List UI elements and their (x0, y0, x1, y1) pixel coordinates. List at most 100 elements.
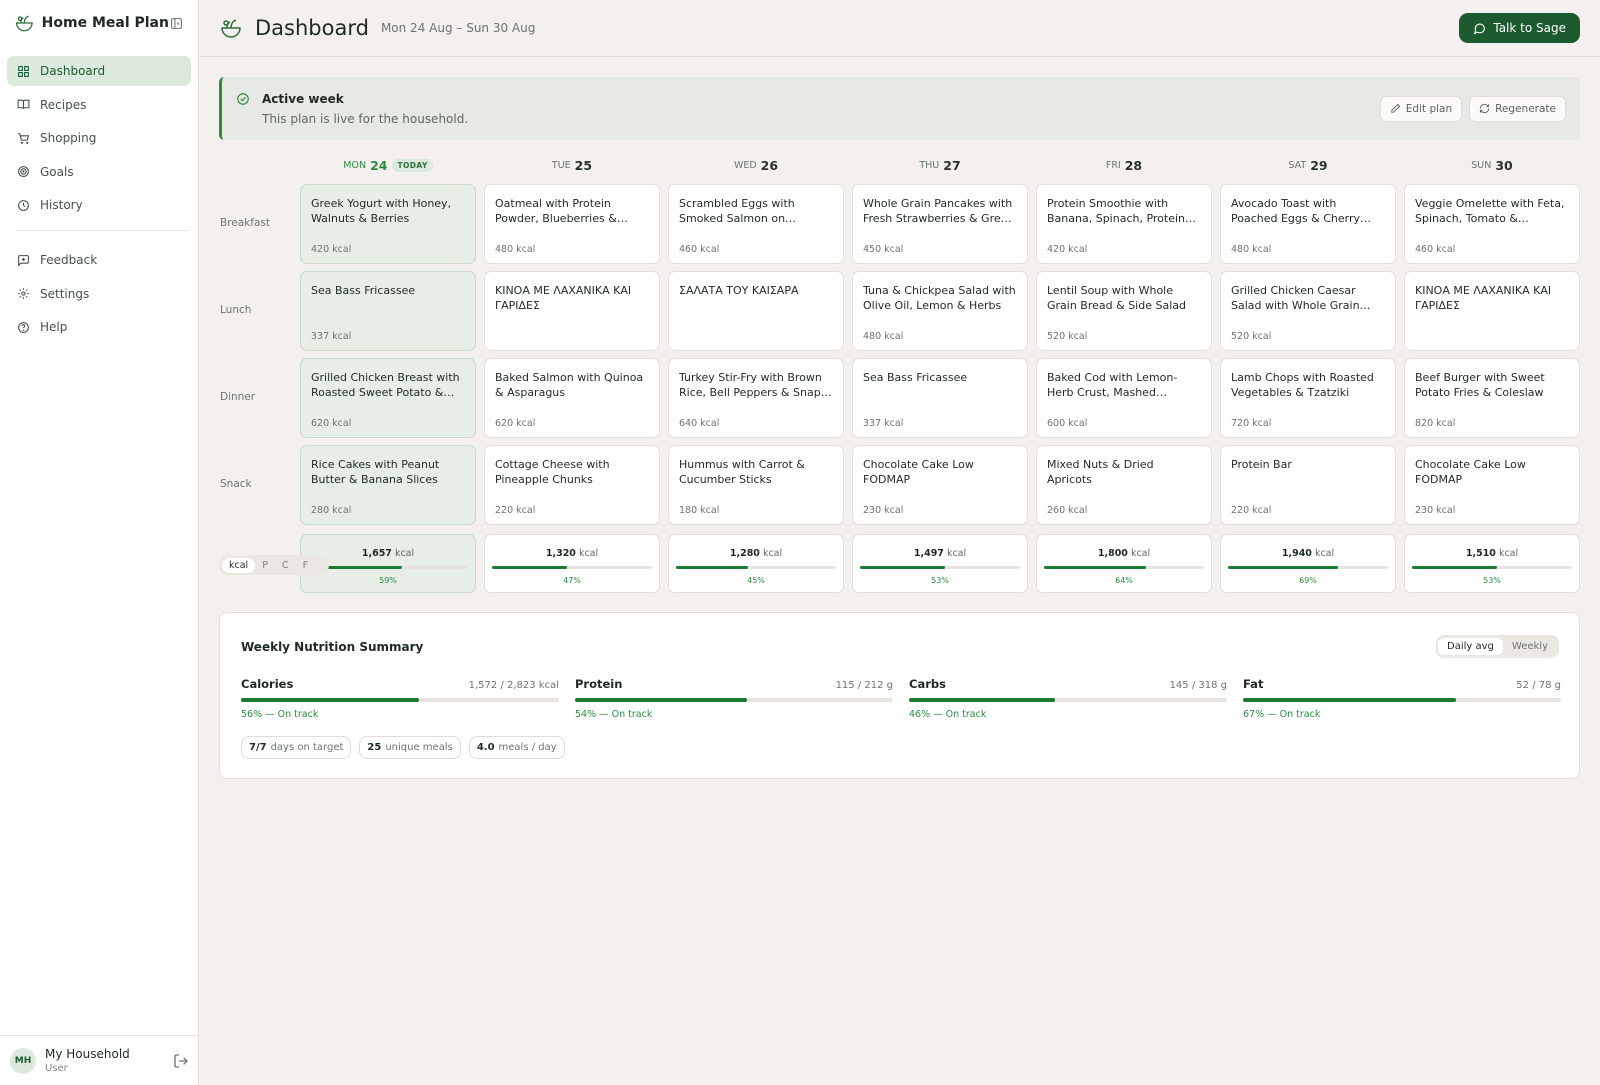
meal-card[interactable]: Turkey Stir-Fry with Brown Rice, Bell Pe… (668, 358, 844, 438)
active-week-banner: Active week This plan is live for the ho… (219, 77, 1580, 140)
day-name: MON (343, 159, 367, 171)
meal-name: Greek Yogurt with Honey, Walnuts & Berri… (311, 197, 452, 225)
day-name: SAT (1288, 159, 1307, 171)
edit-plan-button[interactable]: Edit plan (1379, 95, 1463, 122)
sidebar-item-goals[interactable]: Goals (7, 157, 191, 187)
daily-progress-track (492, 566, 652, 569)
daily-total-percent: 53% (931, 576, 949, 585)
sidebar-item-recipes[interactable]: Recipes (7, 90, 191, 120)
meal-card[interactable]: ΚΙΝΟΑ ΜΕ ΛΑΧΑΝΙΚΑ ΚΑΙ ΓΑΡΙΔΕΣ (484, 271, 660, 351)
meal-card[interactable]: Baked Cod with Lemon-Herb Crust, Mashed … (1036, 358, 1212, 438)
meal-name: ΚΙΝΟΑ ΜΕ ΛΑΧΑΝΙΚΑ ΚΑΙ ΓΑΡΙΔΕΣ (1415, 284, 1552, 312)
talk-to-sage-button[interactable]: Talk to Sage (1459, 13, 1580, 43)
sidebar-item-shopping[interactable]: Shopping (7, 123, 191, 153)
macro-carbs: Carbs 145 / 318 g 46% — On track (909, 677, 1227, 720)
meal-name: Turkey Stir-Fry with Brown Rice, Bell Pe… (679, 371, 822, 399)
day-number: 26 (760, 157, 779, 173)
meal-name: Protein Bar (1231, 458, 1292, 471)
daily-progress-track (1228, 566, 1388, 569)
logout-icon[interactable] (173, 1053, 189, 1069)
meal-card[interactable]: Lamb Chops with Roasted Vegetables & Tza… (1220, 358, 1396, 438)
macro-value: 115 / 212 g (835, 680, 893, 691)
daily-total-card: 1,497 kcal 53% (852, 534, 1028, 593)
sidebar-item-feedback[interactable]: Feedback (7, 245, 191, 275)
macro-toggle-carbs[interactable]: C (275, 558, 296, 573)
meal-card[interactable]: Avocado Toast with Poached Eggs & Cherry… (1220, 184, 1396, 264)
meal-card[interactable]: Protein Smoothie with Banana, Spinach, P… (1036, 184, 1212, 264)
day-name: WED (733, 159, 757, 171)
toggle-weekly[interactable]: Weekly (1503, 638, 1557, 655)
meal-card[interactable]: Tuna & Chickpea Salad with Olive Oil, Le… (852, 271, 1028, 351)
meal-kcal: 230 kcal (1415, 505, 1456, 516)
meal-card[interactable]: Greek Yogurt with Honey, Walnuts & Berri… (300, 184, 476, 264)
sidebar-item-label: Goals (40, 164, 74, 179)
regenerate-button[interactable]: Regenerate (1469, 95, 1566, 122)
daily-total-card: 1,940 kcal 69% (1220, 534, 1396, 593)
meal-card[interactable]: ΚΙΝΟΑ ΜΕ ΛΑΧΑΝΙΚΑ ΚΑΙ ΓΑΡΙΔΕΣ (1404, 271, 1580, 351)
stat-chip-unique-meals: 25 unique meals (359, 736, 461, 759)
user-info: My Household User (45, 1047, 173, 1074)
total-unit: kcal (762, 548, 783, 559)
sidebar-item-label: Help (40, 320, 68, 334)
meal-name: Grilled Chicken Breast with Roasted Swee… (311, 371, 460, 399)
sidebar-item-settings[interactable]: Settings (7, 279, 191, 309)
meal-name: Hummus with Carrot & Cucumber Sticks (679, 458, 805, 486)
meal-name: Baked Salmon with Quinoa & Asparagus (495, 371, 644, 399)
meal-card[interactable]: Cottage Cheese with Pineapple Chunks 220 … (484, 445, 660, 525)
meal-name: Lentil Soup with Whole Grain Bread & Sid… (1047, 284, 1186, 312)
meal-card[interactable]: Chocolate Cake Low FODMAP 230 kcal (1404, 445, 1580, 525)
meal-card[interactable]: Chocolate Cake Low FODMAP 230 kcal (852, 445, 1028, 525)
day-name: FRI (1105, 159, 1121, 171)
stat-label: unique meals (385, 742, 453, 753)
stat-label: meals / day (498, 742, 557, 753)
macro-toggle-protein[interactable]: P (255, 558, 275, 573)
daily-total-card: 1,510 kcal 53% (1404, 534, 1580, 593)
summary-title: Weekly Nutrition Summary (241, 640, 424, 654)
meal-name: Chocolate Cake Low FODMAP (1415, 458, 1526, 486)
row-label-dinner: Dinner (220, 391, 256, 403)
meal-card[interactable]: Scrambled Eggs with Smoked Salmon on Who… (668, 184, 844, 264)
meal-card[interactable]: Grilled Chicken Caesar Salad with Whole … (1220, 271, 1396, 351)
meal-card[interactable]: Baked Salmon with Quinoa & Asparagus 620 … (484, 358, 660, 438)
daily-total-value: 1,940 kcal (1221, 548, 1395, 559)
edit-plan-label: Edit plan (1405, 102, 1453, 115)
regenerate-label: Regenerate (1495, 102, 1556, 115)
meal-card[interactable]: Sea Bass Fricassee 337 kcal (300, 271, 476, 351)
total-unit: kcal (1314, 548, 1335, 559)
macro-toggle-kcal[interactable]: kcal (222, 557, 256, 573)
macro-progress-track (575, 698, 893, 702)
meal-card[interactable]: Whole Grain Pancakes with Fresh Strawber… (852, 184, 1028, 264)
day-header-tue: TUE 25 (484, 156, 660, 174)
sidebar-item-help[interactable]: Help (7, 312, 191, 342)
pencil-icon (1391, 103, 1401, 113)
meal-card[interactable]: Mixed Nuts & Dried Apricots 260 kcal (1036, 445, 1212, 525)
meal-name: Tuna & Chickpea Salad with Olive Oil, Le… (863, 284, 1016, 312)
sidebar-item-label: Settings (40, 286, 90, 301)
meal-card[interactable]: ΣΑΛΑΤΑ ΤΟΥ ΚΑΙΣΑΡΑ (668, 271, 844, 351)
meal-card[interactable]: Hummus with Carrot & Cucumber Sticks 180 … (668, 445, 844, 525)
meal-card[interactable]: Oatmeal with Protein Powder, Blueberries… (484, 184, 660, 264)
user-name: My Household (45, 1047, 130, 1061)
salad-bowl-icon (221, 19, 241, 38)
meal-kcal: 640 kcal (679, 418, 720, 429)
meal-kcal: 450 kcal (863, 244, 904, 255)
meal-card[interactable]: Sea Bass Fricassee 337 kcal (852, 358, 1028, 438)
meal-card[interactable]: Rice Cakes with Peanut Butter & Banana S… (300, 445, 476, 525)
meal-kcal: 600 kcal (1047, 418, 1088, 429)
toggle-daily-avg[interactable]: Daily avg (1438, 638, 1503, 655)
macro-toggle-fat[interactable]: F (296, 558, 315, 573)
daily-total-percent: 53% (1483, 576, 1501, 585)
sidebar-item-history[interactable]: History (7, 190, 191, 220)
meal-card[interactable]: Beef Burger with Sweet Potato Fries & Co… (1404, 358, 1580, 438)
meal-kcal: 260 kcal (1047, 505, 1088, 516)
meal-name: Chocolate Cake Low FODMAP (863, 458, 974, 486)
macro-progress-fill (1243, 698, 1457, 702)
sidebar-item-dashboard[interactable]: Dashboard (7, 56, 191, 86)
meal-card[interactable]: Grilled Chicken Breast with Roasted Swee… (300, 358, 476, 438)
daily-total-card: 1,320 kcal 47% (484, 534, 660, 593)
meal-card[interactable]: Lentil Soup with Whole Grain Bread & Sid… (1036, 271, 1212, 351)
summary-stats: 7/7 days on target 25 unique meals 4.0 meal… (241, 736, 573, 759)
meal-card[interactable]: Veggie Omelette with Feta, Spinach, Toma… (1404, 184, 1580, 264)
collapse-sidebar-icon[interactable] (169, 15, 184, 31)
meal-card[interactable]: Protein Bar 220 kcal (1220, 445, 1396, 525)
